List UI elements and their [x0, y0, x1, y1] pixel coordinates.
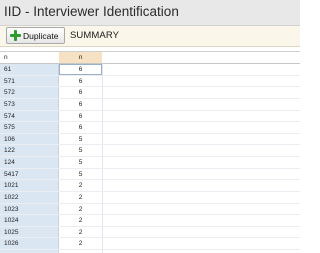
table-row[interactable]: 1024 2: [0, 215, 300, 227]
row-key-cell[interactable]: 1022: [0, 192, 58, 203]
table-row[interactable]: 1021 2: [0, 180, 300, 192]
count-cell[interactable]: 6: [59, 111, 102, 122]
plus-icon: [10, 30, 21, 41]
count-cell[interactable]: 2: [59, 192, 102, 203]
row-key-cell[interactable]: 574: [0, 111, 58, 122]
count-cell[interactable]: 5: [59, 134, 102, 145]
count-cell[interactable]: 2: [59, 180, 102, 191]
row-key-cell[interactable]: 122: [0, 145, 58, 156]
row-key-cell[interactable]: 573: [0, 99, 58, 110]
table-row[interactable]: 106 5: [0, 134, 300, 146]
table-row[interactable]: 575 6: [0, 122, 300, 134]
count-cell[interactable]: 6: [59, 64, 102, 75]
column-header-key[interactable]: n: [0, 52, 58, 63]
count-cell[interactable]: 6: [59, 122, 102, 133]
grid-header-row: n n: [0, 52, 300, 64]
row-key-cell[interactable]: 1025: [0, 227, 58, 238]
table-row[interactable]: 574 6: [0, 111, 300, 123]
row-key-cell[interactable]: 1021: [0, 180, 58, 191]
table-row[interactable]: 61 6: [0, 64, 300, 76]
data-grid: n n 61 6 571 6 572 6 573 6 574 6 575 6 106 5 122 5 124 5 5…: [0, 51, 300, 253]
row-key-cell[interactable]: 1026: [0, 238, 58, 249]
count-cell[interactable]: 6: [59, 76, 102, 87]
row-key-cell[interactable]: 575: [0, 122, 58, 133]
row-key-cell[interactable]: 124: [0, 157, 58, 168]
table-row[interactable]: 124 5: [0, 157, 300, 169]
count-cell[interactable]: 2: [59, 215, 102, 226]
row-key-cell[interactable]: 106: [0, 134, 58, 145]
duplicate-button-label: Duplicate: [23, 30, 59, 41]
window-title-bar: IID - Interviewer Identification: [0, 0, 300, 26]
table-row[interactable]: 571 6: [0, 76, 300, 88]
count-cell[interactable]: 5: [59, 157, 102, 168]
table-row[interactable]: 122 5: [0, 145, 300, 157]
toolbar: Duplicate SUMMARY: [0, 26, 300, 47]
count-cell[interactable]: 6: [59, 87, 102, 98]
table-row[interactable]: 572 6: [0, 87, 300, 99]
table-row[interactable]: 1022 2: [0, 192, 300, 204]
count-cell[interactable]: 5: [59, 145, 102, 156]
table-row[interactable]: 1023 2: [0, 204, 300, 216]
count-cell[interactable]: 2: [59, 204, 102, 215]
row-key-cell[interactable]: 1023: [0, 204, 58, 215]
tab-summary[interactable]: SUMMARY: [70, 30, 119, 41]
table-row[interactable]: 1026 2: [0, 238, 300, 250]
table-row[interactable]: 573 6: [0, 99, 300, 111]
table-row[interactable]: 1025 2: [0, 227, 300, 239]
count-cell[interactable]: 2: [59, 227, 102, 238]
table-row[interactable]: 5417 5: [0, 169, 300, 181]
grid-rows: 61 6 571 6 572 6 573 6 574 6 575 6 106 5 122 5 124 5 5417 5…: [0, 64, 300, 250]
row-key-cell[interactable]: 61: [0, 64, 58, 75]
row-key-cell[interactable]: 572: [0, 87, 58, 98]
row-key-cell[interactable]: 1024: [0, 215, 58, 226]
row-key-cell[interactable]: 5417: [0, 169, 58, 180]
count-cell[interactable]: 6: [59, 99, 102, 110]
row-key-cell[interactable]: 571: [0, 76, 58, 87]
duplicate-button[interactable]: Duplicate: [6, 27, 65, 44]
count-cell[interactable]: 2: [59, 238, 102, 249]
column-header-count[interactable]: n: [59, 52, 102, 63]
count-cell[interactable]: 5: [59, 169, 102, 180]
window-title: IID - Interviewer Identification: [4, 4, 179, 19]
